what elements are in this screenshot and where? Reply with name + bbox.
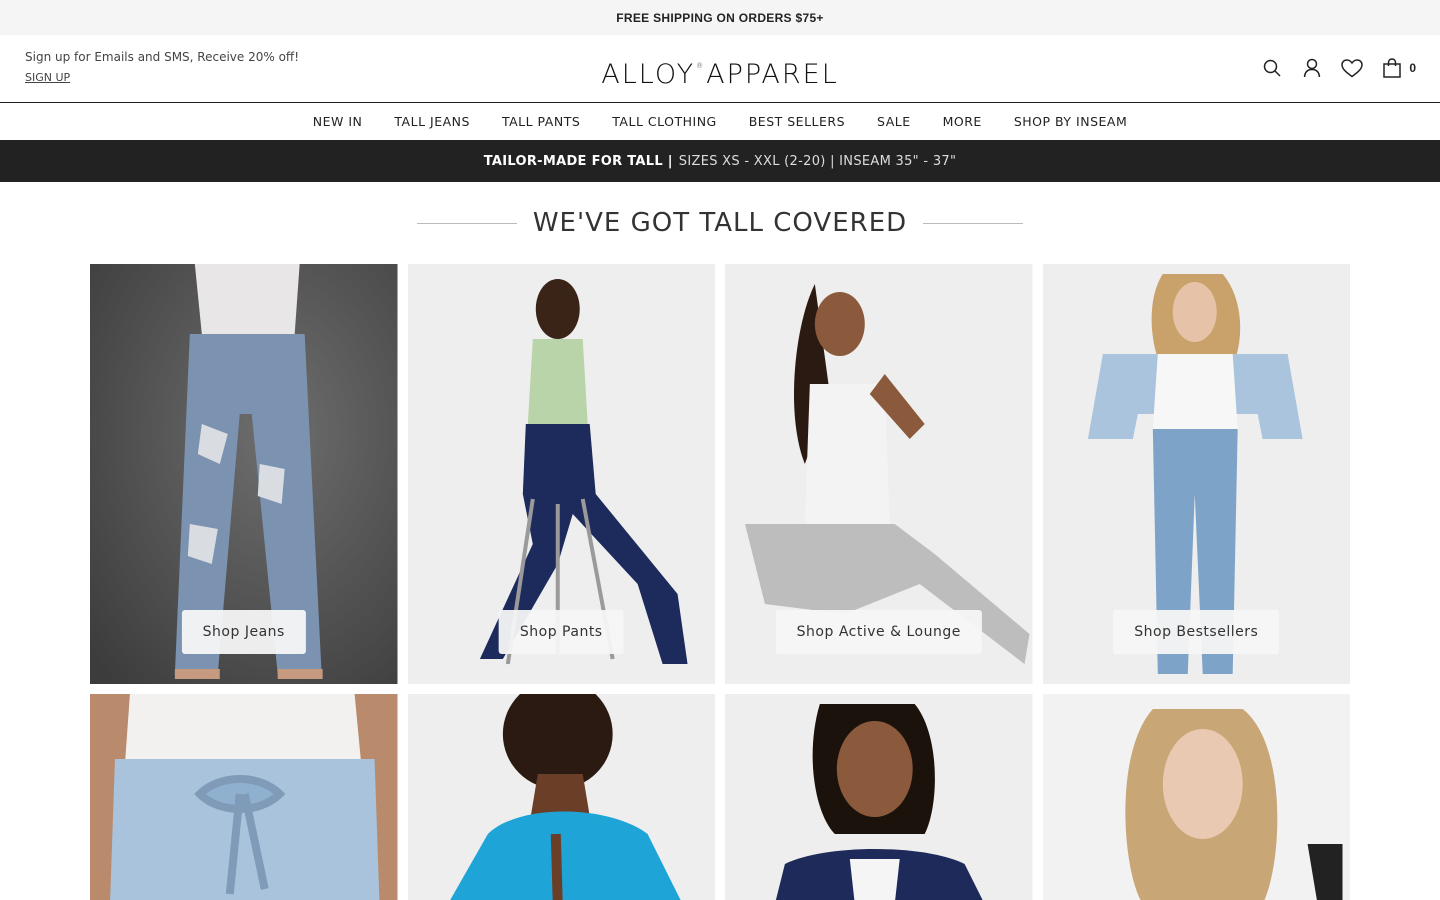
heading-rule-left [416, 222, 517, 224]
account-icon[interactable] [1301, 57, 1323, 79]
category-tile-row2-3[interactable] [725, 694, 1033, 900]
promo-text: FREE SHIPPING ON ORDERS $75+ [616, 10, 824, 25]
tall-fit-banner: TAILOR-MADE FOR TALL | SIZES XS - XXL (2… [0, 140, 1440, 182]
promo-banner: FREE SHIPPING ON ORDERS $75+ [0, 0, 1440, 35]
shop-active-lounge-button[interactable]: Shop Active & Lounge [775, 610, 982, 654]
category-tile-bestsellers[interactable]: Shop Bestsellers [1042, 264, 1350, 684]
shop-bestsellers-button[interactable]: Shop Bestsellers [1113, 610, 1280, 654]
category-tile-row2-2[interactable] [407, 694, 715, 900]
search-icon[interactable] [1261, 57, 1283, 79]
category-tile-jeans[interactable]: Shop Jeans [90, 264, 398, 684]
main-nav: NEW IN TALL JEANS TALL PANTS TALL CLOTHI… [0, 103, 1440, 140]
paperbag-jeans-image [90, 694, 398, 900]
nav-shop-by-inseam[interactable]: SHOP BY INSEAM [998, 114, 1143, 129]
nav-tall-pants[interactable]: TALL PANTS [486, 114, 596, 129]
category-tile-row2-1[interactable] [90, 694, 398, 900]
logo-word-apparel: APPAREL [706, 59, 839, 90]
wishlist-icon[interactable] [1341, 57, 1364, 79]
category-grid: Shop Jeans Shop Pants Shop Active & Loun… [90, 264, 1350, 900]
blue-top-model-image [407, 694, 715, 900]
shop-jeans-button[interactable]: Shop Jeans [181, 610, 306, 654]
nav-more[interactable]: MORE [927, 114, 998, 129]
bag-count: 0 [1409, 61, 1416, 75]
nav-tall-jeans[interactable]: TALL JEANS [378, 114, 486, 129]
category-tile-pants[interactable]: Shop Pants [407, 264, 715, 684]
site-logo[interactable]: ALLOY®APPAREL [0, 59, 1440, 90]
header-icons: 0 [1261, 57, 1416, 79]
site-header: Sign up for Emails and SMS, Receive 20% … [0, 35, 1440, 103]
blonde-model-image [1042, 694, 1350, 900]
section-heading: WE'VE GOT TALL COVERED [0, 182, 1440, 264]
section-title: WE'VE GOT TALL COVERED [532, 208, 908, 238]
nav-tall-clothing[interactable]: TALL CLOTHING [596, 114, 732, 129]
nav-best-sellers[interactable]: BEST SELLERS [733, 114, 861, 129]
logo-registered-mark: ® [696, 62, 706, 70]
category-tile-active-lounge[interactable]: Shop Active & Lounge [725, 264, 1033, 684]
nav-sale[interactable]: SALE [861, 114, 927, 129]
bag-icon[interactable] [1381, 57, 1403, 79]
category-tile-row2-4[interactable] [1042, 694, 1350, 900]
tall-fit-sizes: SIZES XS - XXL (2-20) | INSEAM 35" - 37" [678, 153, 957, 169]
tall-fit-heading: TAILOR-MADE FOR TALL | [483, 153, 673, 169]
shop-pants-button[interactable]: Shop Pants [498, 610, 624, 654]
heading-rule-right [923, 222, 1024, 224]
navy-cardigan-model-image [725, 694, 1033, 900]
logo-word-alloy: ALLOY [601, 59, 696, 90]
nav-new-in[interactable]: NEW IN [297, 114, 379, 129]
